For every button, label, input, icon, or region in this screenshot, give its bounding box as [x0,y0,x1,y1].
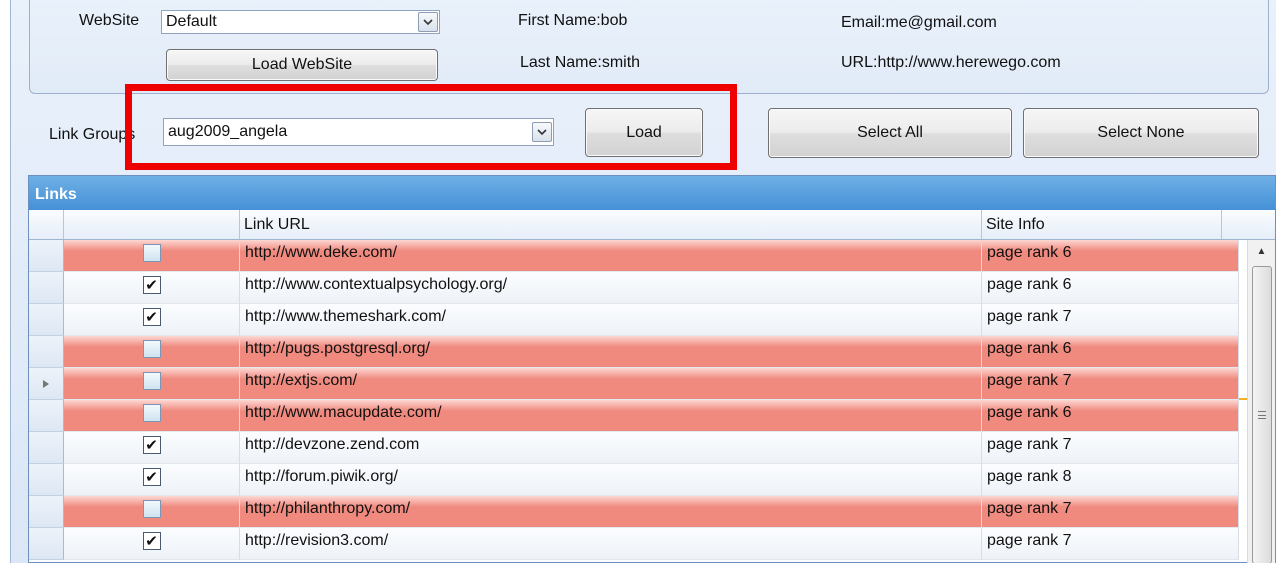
row-header[interactable] [29,400,64,432]
row-header[interactable] [29,496,64,528]
link-url-cell[interactable]: http://forum.piwik.org/ [240,464,982,496]
row-checkbox[interactable]: ✔ [142,276,161,294]
scrollbar-thumb[interactable] [1252,266,1272,563]
row-header[interactable] [29,336,64,368]
select-cell[interactable] [64,400,240,432]
table-row[interactable]: ✔ http://www.contextualpsychology.org/pag… [29,272,1275,304]
table-row[interactable]: http://pugs.postgresql.org/page rank 6 [29,336,1275,368]
table-row[interactable]: http://www.deke.com/page rank 6 [29,240,1275,272]
website-combo[interactable]: Default [161,10,440,34]
scroll-up-arrow-icon[interactable]: ▲ [1248,240,1275,262]
current-row-arrow-icon [43,379,49,388]
link-url-cell[interactable]: http://philanthropy.com/ [240,496,982,528]
site-info-cell[interactable]: page rank 7 [982,368,1239,400]
row-header[interactable] [29,528,64,560]
row-checkbox[interactable] [142,404,161,422]
links-panel: Links Link URL Site Info http://www.deke… [28,175,1276,563]
row-header[interactable] [29,368,64,400]
website-combo-value: Default [166,13,217,30]
table-row[interactable]: ✔ http://forum.piwik.org/page rank 8 [29,464,1275,496]
site-info-cell[interactable]: page rank 7 [982,496,1239,528]
app-window: WebSite Default Load WebSite First Name:… [10,0,1276,563]
site-info-cell[interactable]: page rank 7 [982,528,1239,560]
site-info-cell[interactable]: page rank 6 [982,400,1239,432]
link-groups-label: Link Groups [49,126,136,143]
link-url-cell[interactable]: http://www.themeshark.com/ [240,304,982,336]
row-header-corner [29,210,64,239]
row-header[interactable] [29,464,64,496]
select-cell[interactable] [64,336,240,368]
link-url-cell[interactable]: http://extjs.com/ [240,368,982,400]
site-info-cell[interactable]: page rank 7 [982,304,1239,336]
select-cell[interactable]: ✔ [64,272,240,304]
first-name-text: First Name:bob [518,12,628,29]
select-cell[interactable] [64,368,240,400]
website-groupbox: WebSite Default Load WebSite First Name:… [29,0,1269,94]
table-row[interactable]: http://extjs.com/page rank 7 [29,368,1275,400]
row-header[interactable] [29,272,64,304]
row-header[interactable] [29,432,64,464]
column-header-site-info[interactable]: Site Info [982,210,1222,239]
row-checkbox[interactable] [142,500,161,518]
select-cell[interactable] [64,240,240,272]
link-url-cell[interactable]: http://www.macupdate.com/ [240,400,982,432]
table-row[interactable]: ✔ http://www.themeshark.com/page rank 7 [29,304,1275,336]
link-url-cell[interactable]: http://www.deke.com/ [240,240,982,272]
link-groups-combo-value: aug2009_angela [168,123,288,140]
row-checkbox[interactable]: ✔ [142,532,161,550]
link-url-cell[interactable]: http://www.contextualpsychology.org/ [240,272,982,304]
load-button[interactable]: Load [585,108,703,157]
select-cell[interactable] [64,496,240,528]
row-checkbox[interactable] [142,244,161,262]
chevron-down-icon[interactable] [418,12,438,32]
row-checkbox[interactable] [142,372,161,390]
table-row[interactable]: http://philanthropy.com/page rank 7 [29,496,1275,528]
row-checkbox[interactable]: ✔ [142,308,161,326]
column-header-link-url[interactable]: Link URL [240,210,982,239]
table-row[interactable]: ✔ http://revision3.com/page rank 7 [29,528,1275,560]
site-info-cell[interactable]: page rank 7 [982,432,1239,464]
link-groups-combo[interactable]: aug2009_angela [163,118,554,146]
select-none-button[interactable]: Select None [1023,108,1259,158]
select-cell[interactable]: ✔ [64,304,240,336]
links-panel-title: Links [29,176,1275,210]
link-url-cell[interactable]: http://pugs.postgresql.org/ [240,336,982,368]
row-checkbox[interactable] [142,340,161,358]
select-all-button[interactable]: Select All [768,108,1012,158]
site-info-cell[interactable]: page rank 6 [982,336,1239,368]
site-info-cell[interactable]: page rank 6 [982,240,1239,272]
row-checkbox[interactable]: ✔ [142,436,161,454]
last-name-text: Last Name:smith [520,54,641,71]
website-label: WebSite [79,12,140,29]
site-info-cell[interactable]: page rank 6 [982,272,1239,304]
chevron-down-icon[interactable] [532,122,552,142]
select-cell[interactable]: ✔ [64,432,240,464]
load-website-button[interactable]: Load WebSite [166,49,438,81]
grid-header: Link URL Site Info [29,210,1275,240]
row-header[interactable] [29,304,64,336]
select-cell[interactable]: ✔ [64,464,240,496]
link-url-cell[interactable]: http://revision3.com/ [240,528,982,560]
table-row[interactable]: http://www.macupdate.com/page rank 6 [29,400,1275,432]
column-header-select[interactable] [64,210,240,239]
link-url-cell[interactable]: http://devzone.zend.com [240,432,982,464]
row-checkbox[interactable]: ✔ [142,468,161,486]
select-cell[interactable]: ✔ [64,528,240,560]
table-row[interactable]: ✔ http://devzone.zend.com page rank 7 [29,432,1275,464]
row-header[interactable] [29,240,64,272]
grip-icon [1258,411,1266,419]
site-info-cell[interactable]: page rank 8 [982,464,1239,496]
vertical-scrollbar[interactable]: ▲ [1247,240,1275,563]
email-text: Email:me@gmail.com [841,14,997,31]
links-grid-rows: http://www.deke.com/page rank 6 ✔ http://w… [29,240,1275,560]
url-text: URL:http://www.herewego.com [841,54,1061,71]
